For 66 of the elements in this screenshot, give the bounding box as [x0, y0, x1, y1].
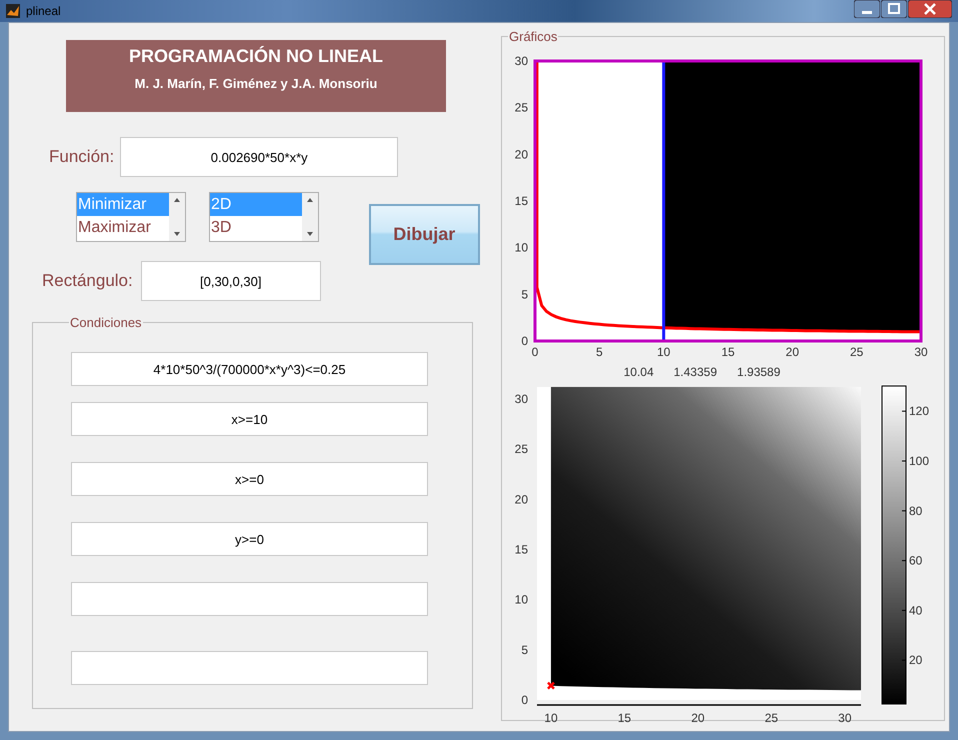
- close-button[interactable]: [908, 0, 952, 18]
- maximize-button[interactable]: [881, 0, 907, 18]
- list-item[interactable]: Maximizar: [77, 216, 169, 239]
- tick-label: 0: [521, 693, 528, 707]
- tick-label: 30: [838, 711, 852, 724]
- group-label: Gráficos: [508, 29, 558, 44]
- window-title: plineal: [26, 4, 61, 18]
- tick-label: 10: [514, 592, 528, 607]
- tick-label: 15: [721, 345, 735, 359]
- scroll-up-icon[interactable]: [174, 198, 180, 202]
- scrollbar[interactable]: [169, 193, 185, 241]
- tick-label: 0: [532, 345, 538, 359]
- scroll-down-icon[interactable]: [307, 232, 313, 236]
- app-title: PROGRAMACIÓN NO LINEAL: [128, 45, 384, 68]
- optimum-marker: [546, 681, 556, 690]
- tick-label: 5: [596, 345, 603, 359]
- tick-label: 20: [786, 345, 800, 359]
- dimension-listbox[interactable]: 2D 3D: [209, 192, 319, 242]
- condition-field[interactable]: [71, 582, 428, 616]
- readout-value: 1.93589: [737, 365, 780, 379]
- condition-field[interactable]: x>=0: [71, 462, 428, 496]
- readout-value: 10.04: [624, 365, 654, 379]
- function-field[interactable]: 0.002690*50*x*y: [120, 137, 398, 177]
- tick-label: 60: [909, 554, 922, 568]
- tick-label: 80: [909, 504, 922, 518]
- tick-label: 20: [909, 653, 922, 668]
- tick-label: 10: [514, 240, 528, 255]
- rectangle-label: Rectángulo:: [42, 271, 133, 291]
- tick-label: 0: [521, 334, 528, 348]
- scroll-up-icon[interactable]: [307, 198, 313, 202]
- condition-field[interactable]: x>=10: [71, 402, 428, 436]
- list-item[interactable]: 3D: [210, 216, 302, 239]
- condition-field[interactable]: y>=0: [71, 522, 428, 556]
- authors-text: M. J. Marín, F. Giménez y J.A. Monsoriu: [134, 76, 378, 91]
- minimize-button[interactable]: [854, 0, 880, 18]
- app-icon: [6, 4, 20, 18]
- condition-field[interactable]: [71, 651, 428, 685]
- scroll-down-icon[interactable]: [174, 232, 180, 236]
- tick-label: 5: [521, 287, 528, 302]
- tick-label: 30: [914, 345, 928, 359]
- draw-button[interactable]: Dibujar: [368, 204, 480, 265]
- scrollbar[interactable]: [302, 193, 318, 241]
- tick-label: 100: [909, 454, 930, 468]
- tick-label: 25: [764, 711, 778, 724]
- tick-label: 5: [521, 642, 528, 657]
- tick-label: 25: [514, 100, 528, 115]
- tick-label: 25: [850, 345, 864, 359]
- tick-label: 40: [909, 603, 922, 618]
- tick-label: 30: [514, 392, 528, 406]
- goal-listbox[interactable]: Minimizar Maximizar: [76, 192, 186, 242]
- tick-label: 20: [514, 147, 528, 162]
- function-label: Función:: [49, 147, 114, 167]
- tick-label: 120: [909, 404, 930, 418]
- tick-label: 15: [618, 711, 632, 724]
- tick-label: 20: [514, 492, 528, 506]
- tick-label: 10: [656, 345, 670, 359]
- tick-label: 10: [544, 711, 558, 724]
- tick-label: 25: [514, 442, 528, 456]
- group-label: Condiciones: [69, 315, 143, 330]
- rectangle-field[interactable]: [0,30,0,30]: [140, 261, 321, 301]
- condition-field[interactable]: 4*10*50^3/(700000*x*y^3)<=0.25: [71, 352, 428, 386]
- tick-label: 15: [514, 194, 528, 208]
- readout-value: 1.43359: [674, 365, 718, 379]
- tick-label: 30: [514, 54, 528, 68]
- tick-label: 15: [514, 542, 528, 556]
- tick-label: 20: [691, 711, 705, 724]
